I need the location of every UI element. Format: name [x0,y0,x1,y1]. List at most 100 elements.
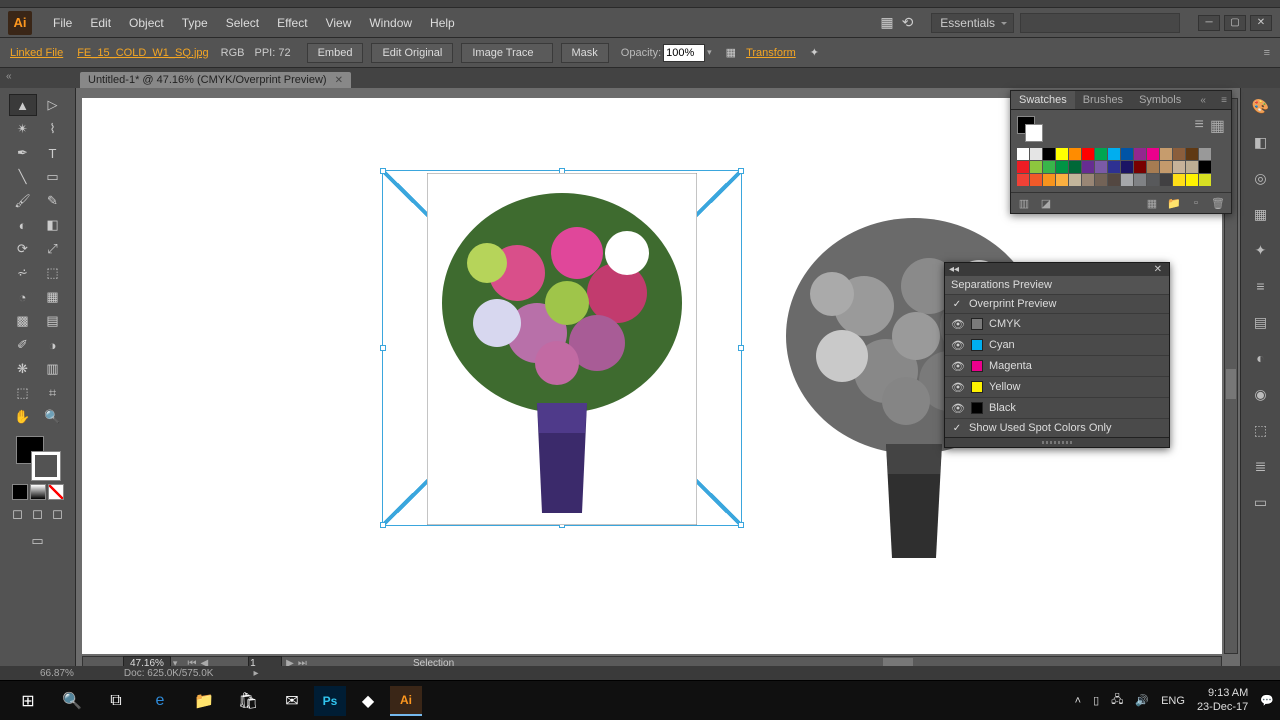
new-color-group-icon[interactable]: 📁 [1167,196,1181,210]
symbol-sprayer-tool[interactable]: ❋ [9,358,37,380]
panel-collapse-icon[interactable]: « [1196,93,1210,108]
swatch[interactable] [1186,161,1198,173]
maximize-button[interactable]: ▢ [1224,15,1246,31]
swatch-listview-icon[interactable]: ≡ [1195,116,1204,134]
spot-colors-checkbox[interactable]: ✓ [951,422,963,434]
swatches-panel[interactable]: Swatches Brushes Symbols « ≡ ≡ ▦ ▥ ◪ ▦ 📁… [1010,90,1232,214]
none-mode-swatch[interactable] [48,484,64,500]
swatch[interactable] [1134,174,1146,186]
explorer-icon[interactable]: 📁 [182,683,226,719]
swatch[interactable] [1160,174,1172,186]
swatch[interactable] [1056,174,1068,186]
stroke-color[interactable] [32,452,60,480]
screen-mode[interactable]: ▭ [24,530,52,552]
gradient-panel-icon[interactable]: ▤ [1249,310,1273,334]
photoshop-icon[interactable]: Ps [314,686,346,716]
swatch[interactable] [1082,161,1094,173]
swatch[interactable] [1147,161,1159,173]
swatch[interactable] [1160,161,1172,173]
panel-collapse-icon[interactable]: ◂◂ [949,264,959,275]
swatch[interactable] [1082,148,1094,160]
handle-top-left[interactable] [380,168,386,174]
line-tool[interactable]: ╲ [9,166,37,188]
swatch[interactable] [1186,174,1198,186]
handle-mid-left[interactable] [380,345,386,351]
direct-selection-tool[interactable]: ▷ [39,94,67,116]
swatch[interactable] [1043,148,1055,160]
swatch[interactable] [1121,174,1133,186]
tray-clock[interactable]: 9:13 AM 23-Dec-17 [1197,687,1248,713]
delete-swatch-icon[interactable]: 🗑 [1211,196,1225,210]
swatch[interactable] [1017,174,1029,186]
swatch[interactable] [1173,148,1185,160]
swatch[interactable] [1082,174,1094,186]
swatch-fill-stroke[interactable] [1017,116,1043,142]
color-panel-icon[interactable]: 🎨 [1249,94,1273,118]
swatch[interactable] [1095,174,1107,186]
swatch[interactable] [1173,174,1185,186]
stroke-panel-icon[interactable]: ≡ [1249,274,1273,298]
lasso-tool[interactable]: ⌇ [39,118,67,140]
artboards-panel-icon[interactable]: ▭ [1249,490,1273,514]
swatch-options-icon[interactable]: ▦ [1145,196,1159,210]
visibility-icon[interactable]: 👁 [951,317,965,331]
swatch[interactable] [1173,161,1185,173]
eraser-tool[interactable]: ◧ [39,214,67,236]
overprint-checkbox[interactable]: ✓ [951,298,963,310]
symbols-dock-icon[interactable]: ✦ [1249,238,1273,262]
panel-menu-icon[interactable]: ≡ [1217,93,1231,108]
drawmode-normal[interactable]: ◻ [9,506,27,522]
zoom-tool[interactable]: 🔍 [39,406,67,428]
swatch[interactable] [1043,161,1055,173]
tray-language[interactable]: ENG [1161,695,1185,707]
layers-panel-icon[interactable]: ≣ [1249,454,1273,478]
rotate-tool[interactable]: ⟳ [9,238,37,260]
edit-original-button[interactable]: Edit Original [371,43,453,63]
linked-filename[interactable]: FE_15_COLD_W1_SQ.jpg [77,47,208,59]
tab-close-icon[interactable]: ✕ [335,75,343,86]
drawmode-inside[interactable]: ◻ [49,506,67,522]
swatches-dock-icon[interactable]: ◎ [1249,166,1273,190]
edge-icon[interactable]: e [138,683,182,719]
swatch[interactable] [1017,148,1029,160]
viewmode-icon[interactable]: ▦ [880,14,893,31]
perspective-tool[interactable]: ▦ [39,286,67,308]
gradient-tool[interactable]: ▤ [39,310,67,332]
separation-row[interactable]: 👁Cyan [945,334,1169,355]
swatch[interactable] [1043,174,1055,186]
eyedropper-tool[interactable]: ✐ [9,334,37,356]
swatch[interactable] [1160,148,1172,160]
controlbar-menu-icon[interactable]: ≡ [1264,47,1270,59]
free-transform-tool[interactable]: ⬚ [39,262,67,284]
swatch[interactable] [1056,148,1068,160]
opacity-input[interactable] [663,44,705,62]
menu-help[interactable]: Help [421,12,464,34]
tab-brushes[interactable]: Brushes [1075,91,1131,109]
separations-preview-panel[interactable]: ◂◂ ✕ Separations Preview ✓ Overprint Pre… [944,262,1170,448]
close-button[interactable]: ✕ [1250,15,1272,31]
fill-stroke-control[interactable] [16,436,60,480]
swatch-kind-icon[interactable]: ◪ [1039,196,1053,210]
mesh-tool[interactable]: ▩ [9,310,37,332]
docmode-icon[interactable]: ⟲ [902,14,914,31]
linked-file-label[interactable]: Linked File [10,47,63,59]
artboard-tool[interactable]: ⬚ [9,382,37,404]
menu-window[interactable]: Window [360,12,421,34]
menu-type[interactable]: Type [173,12,217,34]
swatch[interactable] [1147,148,1159,160]
blend-tool[interactable]: ◑ [39,334,67,356]
opacity-dropdown-icon[interactable]: ▾ [707,47,712,58]
color-mode-swatch[interactable] [12,484,28,500]
handle-top-right[interactable] [738,168,744,174]
align-icon[interactable]: ▦ [726,46,736,59]
appearance-panel-icon[interactable]: ◉ [1249,382,1273,406]
new-swatch-icon[interactable]: ▫ [1189,196,1203,210]
swatch[interactable] [1121,148,1133,160]
column-graph-tool[interactable]: ▥ [39,358,67,380]
swatch[interactable] [1134,148,1146,160]
tray-chevron-icon[interactable]: ˄ [1075,695,1081,707]
brushes-dock-icon[interactable]: ▦ [1249,202,1273,226]
search-input[interactable] [1020,13,1180,33]
swatch[interactable] [1108,161,1120,173]
pencil-tool[interactable]: ✎ [39,190,67,212]
